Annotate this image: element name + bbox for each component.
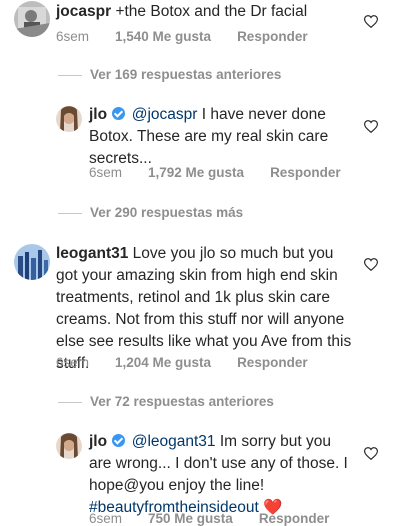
comment-body: +the Botox and the Dr facial xyxy=(115,3,308,20)
heart-outline-icon[interactable] xyxy=(364,258,378,271)
likes-count[interactable]: 1,540 Me gusta xyxy=(115,29,211,44)
avatar-jlo[interactable] xyxy=(56,433,82,459)
reply-button[interactable]: Responder xyxy=(259,511,330,526)
divider-line xyxy=(58,212,82,214)
view-more-label[interactable]: Ver 72 respuestas anteriores xyxy=(90,394,274,409)
view-more-replies[interactable]: Ver 72 respuestas anteriores xyxy=(58,394,274,409)
avatar-jocaspr[interactable] xyxy=(14,1,50,37)
avatar-jlo[interactable] xyxy=(56,106,82,132)
comment-time: 6sem xyxy=(56,29,90,44)
comment-jocaspr: jocaspr +the Botox and the Dr facial 6se… xyxy=(0,0,400,50)
comment-jlo-reply-1: jlo @jocaspr I have never done Botox. Th… xyxy=(0,104,400,184)
comment-meta: 6sem 1,792 Me gusta Responder xyxy=(89,165,367,180)
comment-time: 6sem xyxy=(89,511,123,526)
comment-body: I have never done Botox. These are my re… xyxy=(89,106,329,167)
comment-time: 6sem xyxy=(89,165,123,180)
comment-meta: 6sem 1,540 Me gusta Responder xyxy=(56,29,334,44)
comment-body: Love you jlo so much but you got your am… xyxy=(56,245,352,372)
view-more-replies[interactable]: Ver 169 respuestas anteriores xyxy=(58,67,281,82)
reply-button[interactable]: Responder xyxy=(270,165,341,180)
likes-count[interactable]: 1,204 Me gusta xyxy=(115,355,211,370)
heart-outline-icon[interactable] xyxy=(364,447,378,460)
comment-mention[interactable]: @jocaspr xyxy=(132,106,198,123)
comment-leogant31: leogant31 Love you jlo so much but you g… xyxy=(0,243,400,373)
view-more-label[interactable]: Ver 290 respuestas más xyxy=(90,205,243,220)
verified-badge-icon xyxy=(112,434,126,447)
comment-meta: 6sem 1,204 Me gusta Responder xyxy=(56,355,334,370)
heart-outline-icon[interactable] xyxy=(364,120,378,133)
divider-line xyxy=(58,74,82,76)
verified-badge-icon xyxy=(112,107,126,120)
comment-meta: 6sem 750 Me gusta Responder xyxy=(89,511,355,526)
likes-count[interactable]: 750 Me gusta xyxy=(148,511,233,526)
likes-count[interactable]: 1,792 Me gusta xyxy=(148,165,244,180)
comment-jlo-reply-2: jlo @leogant31 Im sorry but you are wron… xyxy=(0,431,400,526)
avatar-leogant31[interactable] xyxy=(14,244,50,280)
comment-time: 6sem xyxy=(56,355,90,370)
comment-username[interactable]: leogant31 xyxy=(56,245,128,262)
heart-outline-icon[interactable] xyxy=(364,15,378,28)
comment-username[interactable]: jlo xyxy=(89,106,107,123)
view-more-label[interactable]: Ver 169 respuestas anteriores xyxy=(90,67,281,82)
comment-username[interactable]: jlo xyxy=(89,433,107,450)
view-more-replies[interactable]: Ver 290 respuestas más xyxy=(58,205,243,220)
divider-line xyxy=(58,401,82,403)
comment-text: jlo @jocaspr I have never done Botox. Th… xyxy=(89,104,367,170)
reply-button[interactable]: Responder xyxy=(237,29,308,44)
comment-mention[interactable]: @leogant31 xyxy=(132,433,216,450)
comment-text: jlo @leogant31 Im sorry but you are wron… xyxy=(89,431,354,519)
comment-text: jocaspr +the Botox and the Dr facial xyxy=(56,1,356,23)
comment-username[interactable]: jocaspr xyxy=(56,3,111,20)
comment-body: Im sorry but you are wrong... I don't us… xyxy=(89,433,348,494)
reply-button[interactable]: Responder xyxy=(237,355,308,370)
